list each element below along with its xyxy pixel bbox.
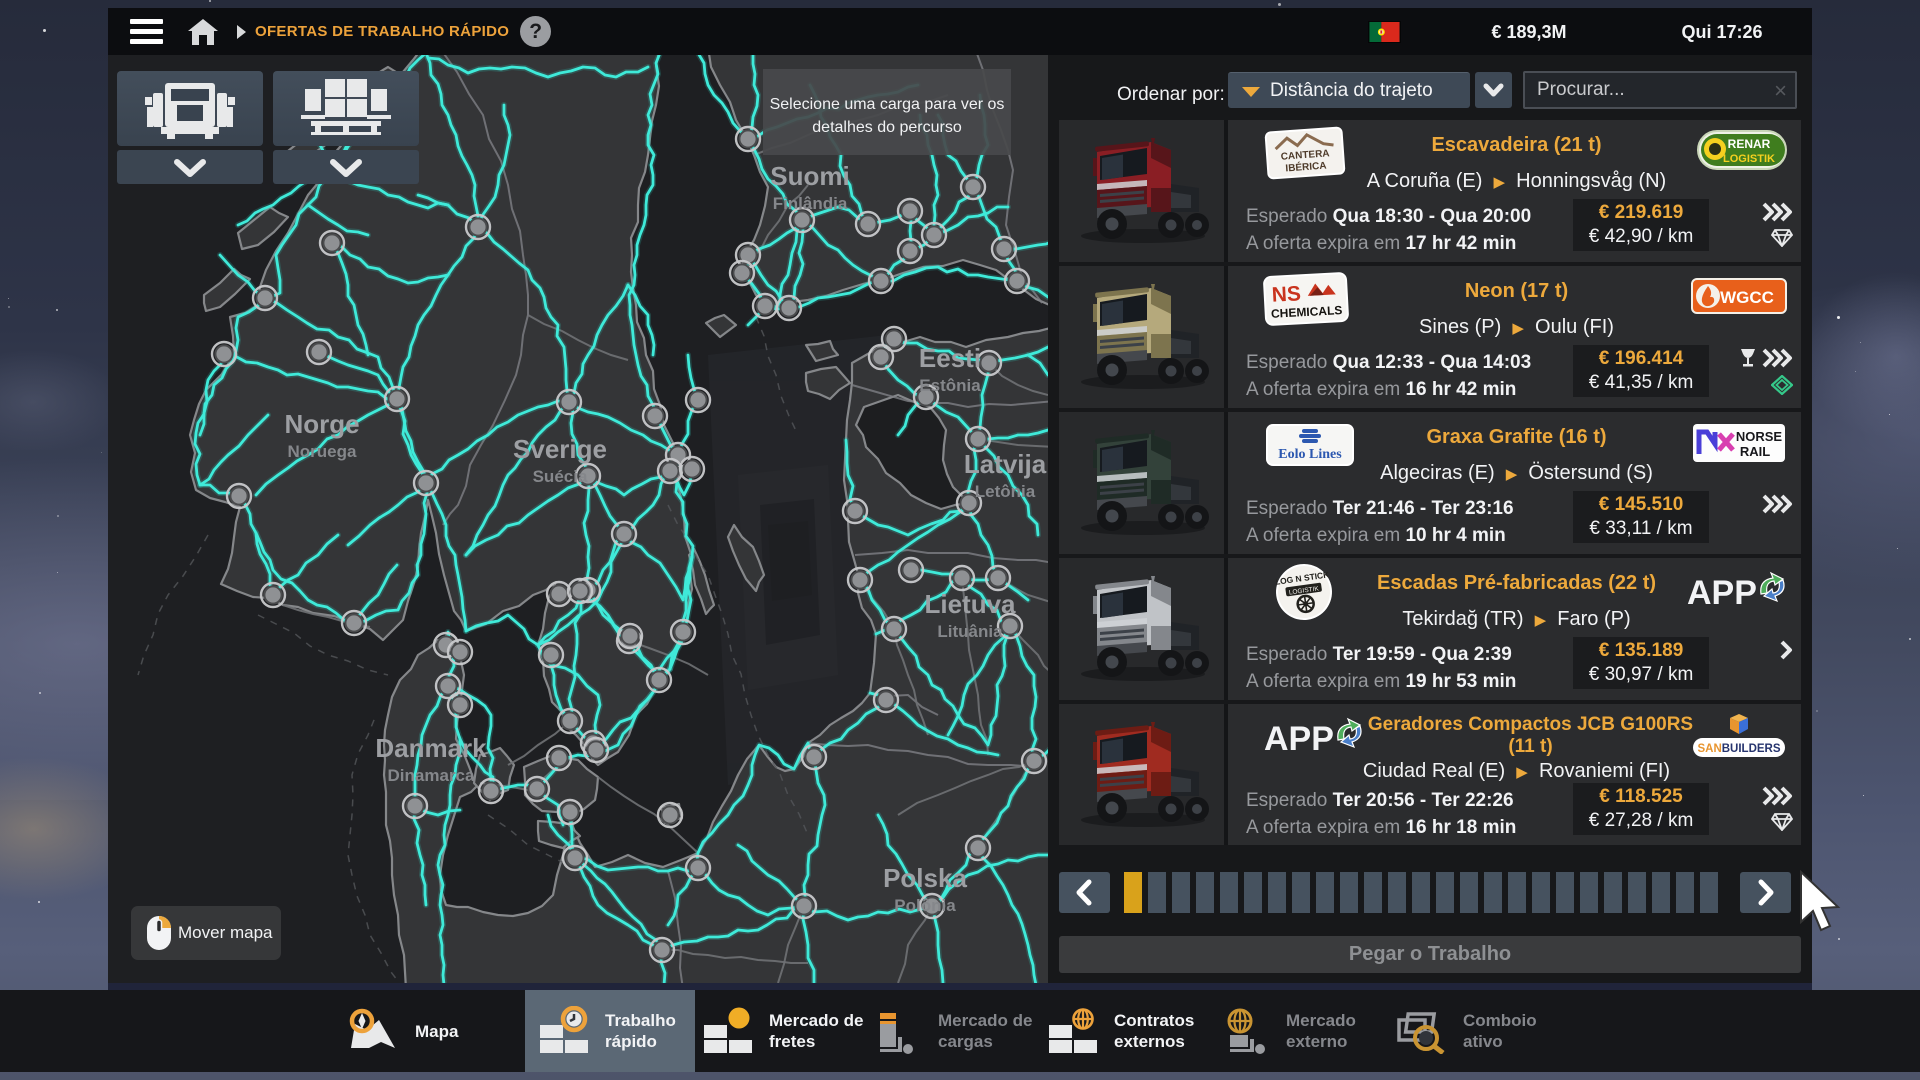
svg-text:Norge: Norge [284,409,359,439]
svg-text:Polônia: Polônia [894,896,956,915]
svg-text:NORSE: NORSE [1736,429,1783,444]
svg-text:LOGISTIK: LOGISTIK [1723,153,1775,165]
svg-text:SANBUILDERS: SANBUILDERS [1697,743,1780,755]
svg-text:Estônia: Estônia [919,376,981,395]
svg-text:Latvija: Latvija [964,449,1047,479]
svg-text:LOG N STICK: LOG N STICK [1275,569,1331,587]
svg-text:Letônia: Letônia [975,482,1036,501]
svg-text:Dinamarca: Dinamarca [388,766,475,785]
svg-text:Lituânia: Lituânia [937,622,1003,641]
svg-text:Suécia: Suécia [533,467,588,486]
svg-text:APP: APP [1687,574,1757,612]
svg-text:RENAR: RENAR [1728,137,1771,151]
svg-text:Eesti: Eesti [919,343,981,373]
svg-text:WGCC: WGCC [1720,288,1774,307]
svg-text:Finlândia: Finlândia [773,194,848,213]
svg-text:Polska: Polska [883,863,967,893]
svg-text:Suomi: Suomi [770,161,849,191]
svg-text:Eolo Lines: Eolo Lines [1278,447,1342,462]
svg-text:Noruega: Noruega [288,442,358,461]
svg-text:APP: APP [1264,720,1334,758]
svg-text:Danmark: Danmark [375,733,487,763]
svg-text:RAIL: RAIL [1740,444,1770,459]
svg-text:Sverige: Sverige [513,434,607,464]
svg-text:NS: NS [1271,282,1301,306]
svg-text:Lietuva: Lietuva [924,589,1016,619]
